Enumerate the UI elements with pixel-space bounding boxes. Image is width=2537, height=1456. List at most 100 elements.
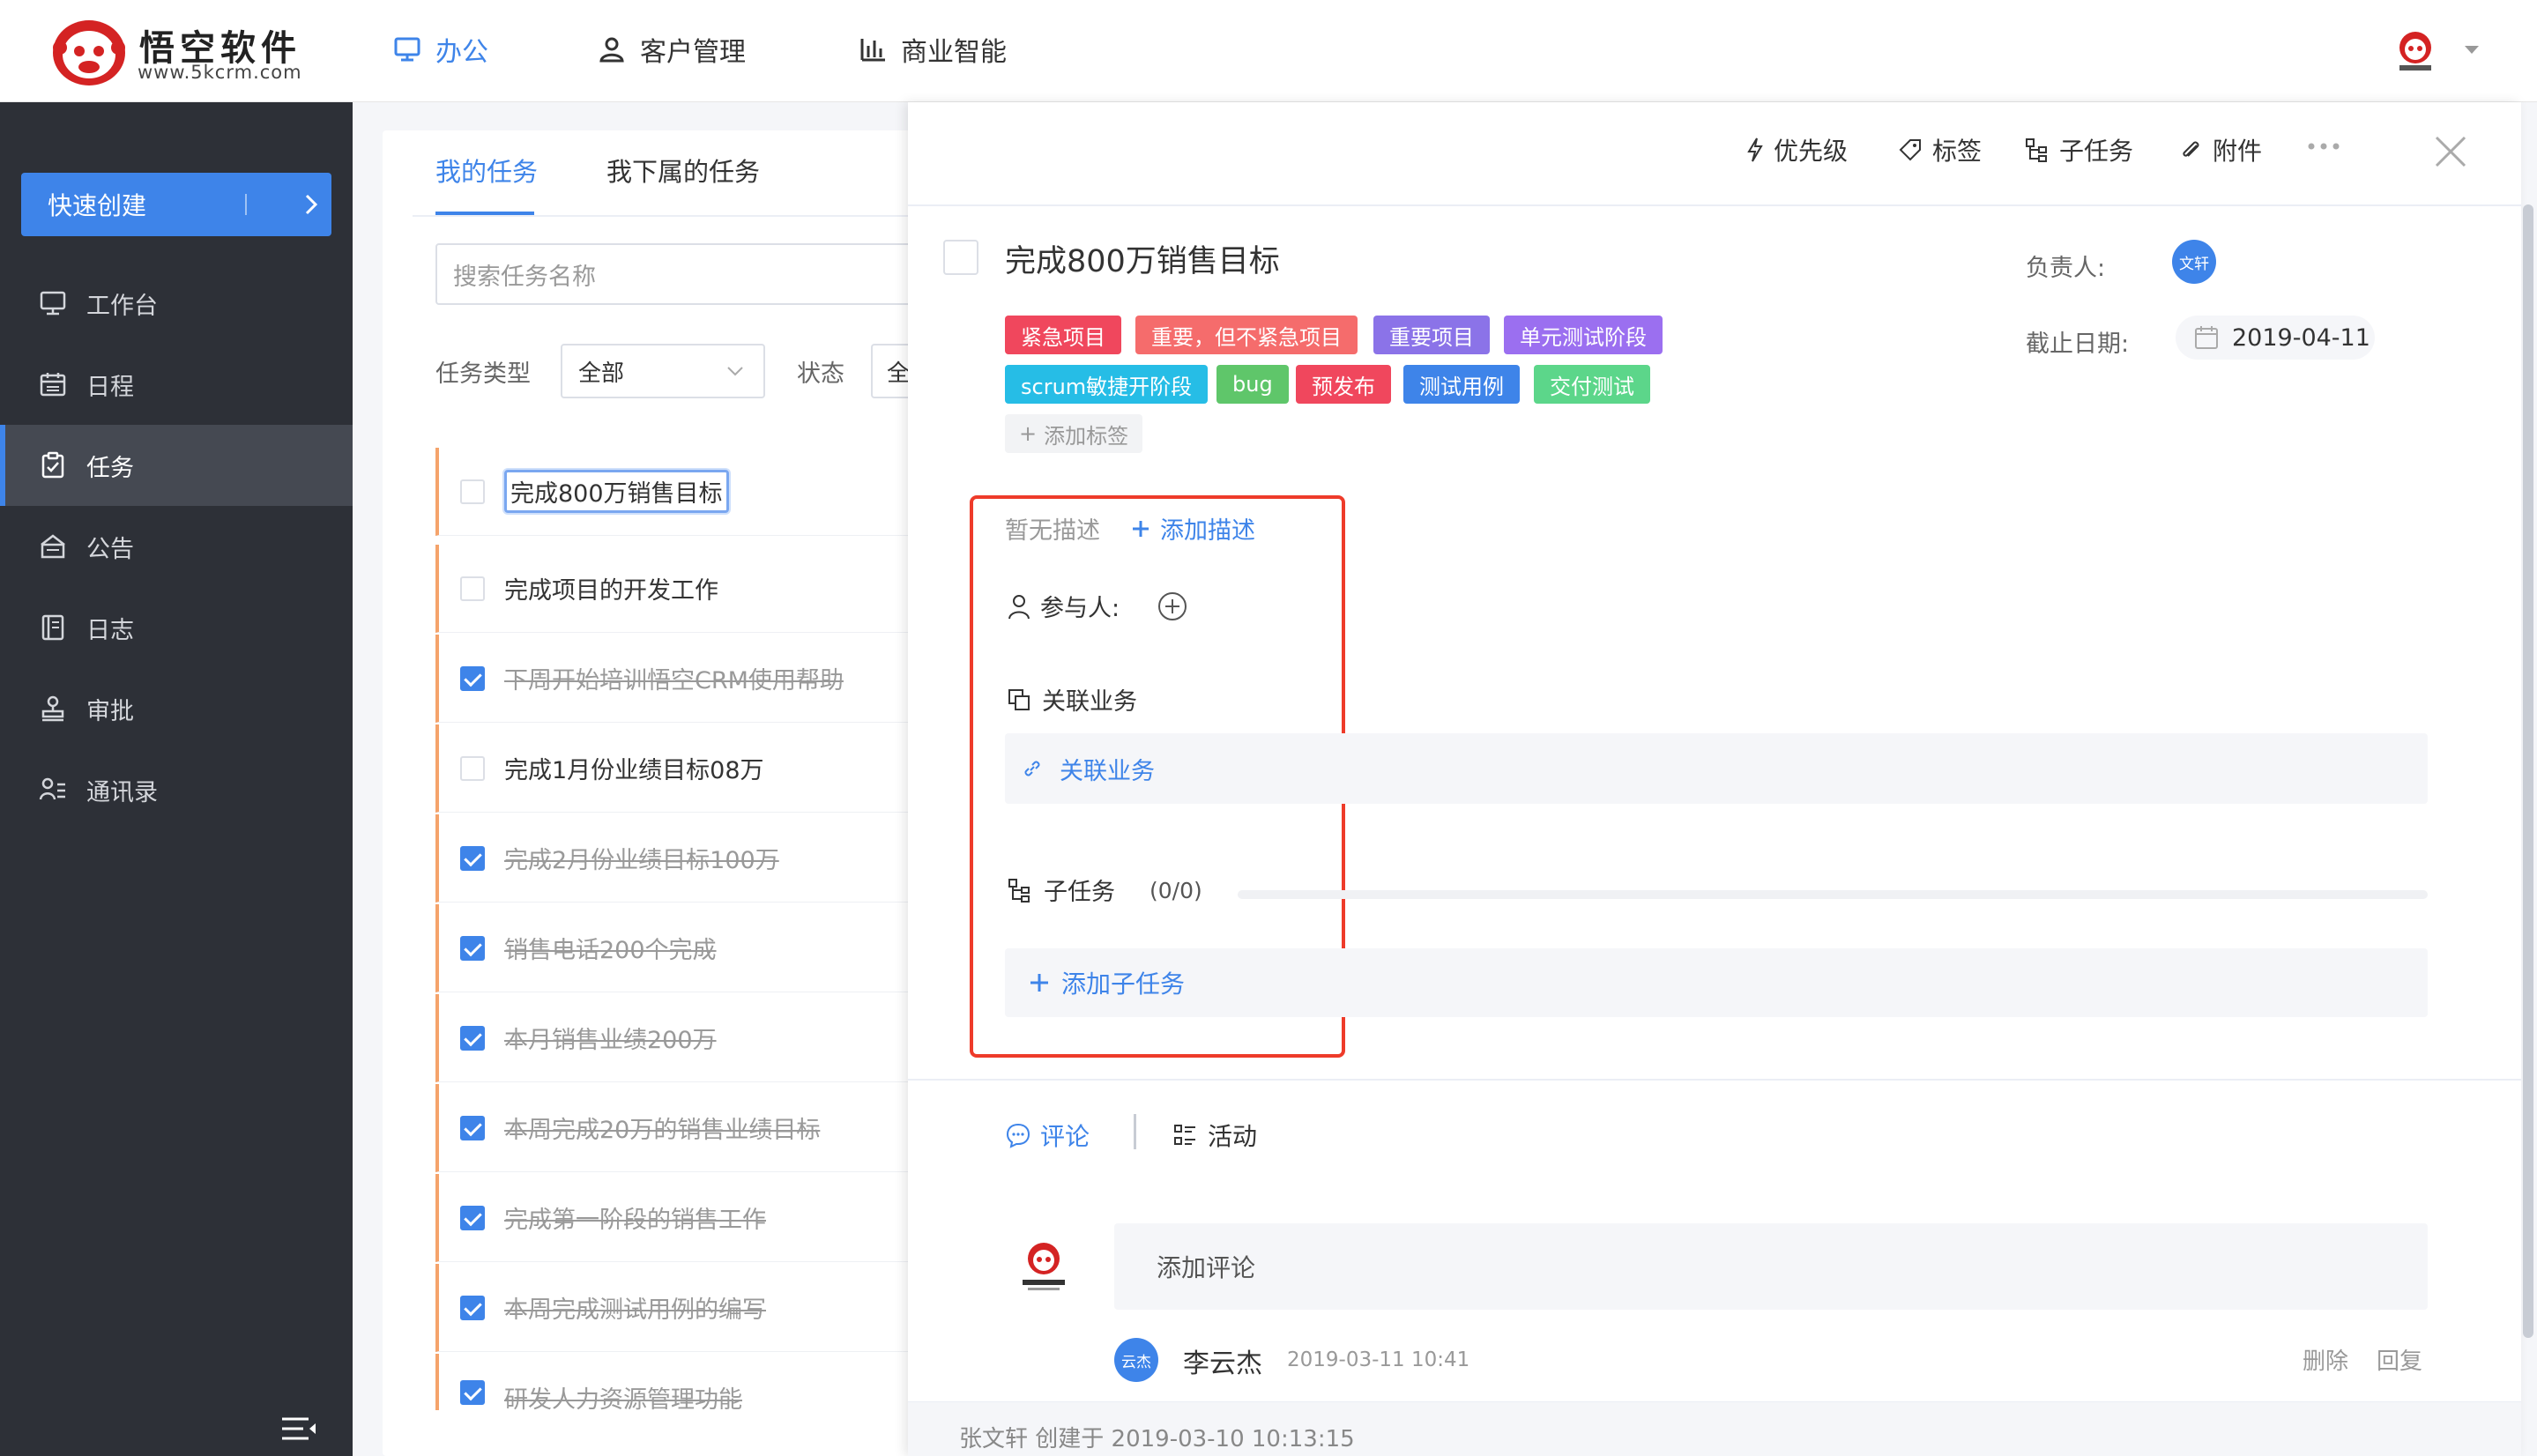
task-row[interactable]: 本月销售业绩200万 [435,994,929,1082]
sidebar-item-notice[interactable]: 公告 [0,506,353,587]
sidebar-item-workbench[interactable]: 工作台 [0,263,353,344]
subtask-button[interactable]: 子任务 [2024,132,2133,167]
sidebar-item-label: 审批 [86,697,134,725]
user-icon [599,37,624,63]
add-subtask-button[interactable]: 添加子任务 [1005,948,2428,1017]
task-title[interactable]: 完成800万销售目标 [1005,236,1280,281]
collapse-menu-icon[interactable] [280,1415,317,1442]
owner-avatar[interactable]: 文轩 [2172,240,2216,284]
tag-badge[interactable]: bug [1216,365,1289,404]
sidebar-item-label: 工作台 [86,292,158,320]
tab-activity-label: 活动 [1208,1122,1258,1151]
subtask-text: 子任务 [1044,879,1115,906]
search-placeholder: 搜索任务名称 [453,263,596,291]
commenter-name: 李云杰 [1183,1348,1262,1379]
task-row[interactable]: 完成800万销售目标 [435,448,929,536]
deadline-picker[interactable]: 2019-04-11 [2176,316,2375,360]
task-type-value: 全部 [578,360,625,387]
status-label: 状态 [797,360,844,388]
task-row[interactable]: 完成1月份业绩目标08万 [435,724,929,813]
tag-badge[interactable]: 单元测试阶段 [1504,316,1663,354]
tab-my-tasks[interactable]: 我的任务 [435,152,538,189]
task-row[interactable]: 研发人力资源管理功能 [435,1354,929,1414]
reply-comment-button[interactable]: 回复 [2377,1343,2422,1376]
nav-bi[interactable]: 商业智能 [859,26,1007,72]
calendar-icon [2195,326,2218,349]
tag-label: 标签 [1932,137,1983,166]
task-checkbox[interactable] [460,1115,485,1140]
task-row[interactable]: 销售电话200个完成 [435,904,929,992]
contacts-icon [39,777,65,800]
tab-activity[interactable]: 活动 [1172,1118,1257,1153]
tag-badge[interactable]: 交付测试 [1534,365,1650,404]
task-checkbox[interactable] [460,1205,485,1230]
tag-badge[interactable]: 测试用例 [1403,365,1520,404]
task-checkbox[interactable] [460,665,485,691]
add-tag-button[interactable]: + 添加标签 [1005,414,1143,453]
nav-crm[interactable]: 客户管理 [598,26,746,72]
task-checkbox[interactable] [460,845,485,871]
user-avatar[interactable] [2391,26,2440,76]
related-business-link-text: 关联业务 [1060,757,1155,785]
sidebar-item-schedule[interactable]: 日程 [0,344,353,425]
add-participant-icon[interactable] [1157,591,1188,622]
tag-button[interactable]: 标签 [1897,132,1982,167]
status-value: 全 [887,360,911,387]
task-checkbox[interactable] [460,479,485,504]
subtask-title: 子任务 [1007,873,1115,907]
owner-label: 负责人: [2026,255,2106,282]
lightning-icon [1747,137,1763,162]
sidebar-item-tasks[interactable]: 任务 [0,425,353,506]
sidebar-item-label: 公告 [86,535,134,563]
tab-subordinate-tasks[interactable]: 我下属的任务 [606,152,760,189]
related-business-link[interactable]: 关联业务 [1005,733,2428,804]
nav-office[interactable]: 办公 [393,26,488,72]
subtask-label: 子任务 [2059,137,2134,166]
tag-badge[interactable]: 紧急项目 [1005,316,1121,354]
tag-badge[interactable]: scrum敏捷开阶段 [1005,365,1209,404]
task-row[interactable]: 完成2月份业绩目标100万 [435,814,929,903]
sidebar-item-contacts[interactable]: 通讯录 [0,749,353,830]
no-description-text: 暂无描述 [1005,517,1100,545]
quick-create-button[interactable]: 快速创建 [21,173,331,236]
tab-comment[interactable]: 评论 [1005,1118,1090,1153]
more-icon[interactable] [2306,141,2341,152]
tag-badge[interactable]: 重要项目 [1373,316,1490,354]
tag-label: 重要项目 [1389,324,1474,350]
task-row[interactable]: 下周开始培训悟空CRM使用帮助 [435,635,929,723]
book-icon [41,614,64,641]
task-search-input[interactable]: 搜索任务名称 [435,243,929,305]
task-row[interactable]: 本周完成20万的销售业绩目标 [435,1084,929,1172]
task-checkbox[interactable] [460,1025,485,1051]
sidebar-item-log[interactable]: 日志 [0,587,353,668]
scrollbar[interactable] [2523,204,2533,1338]
task-row[interactable]: 完成项目的开发工作 [435,545,929,633]
task-checkbox[interactable] [460,755,485,781]
task-complete-checkbox[interactable] [943,240,978,275]
task-title: 完成第一阶段的销售工作 [504,1207,766,1234]
tag-badge[interactable]: 预发布 [1296,365,1391,404]
task-checkbox[interactable] [460,576,485,601]
task-type-select[interactable]: 全部 [561,344,765,398]
caret-down-icon[interactable] [2463,44,2481,56]
comment-input[interactable]: 添加评论 [1114,1223,2428,1310]
tag-badge[interactable]: 重要，但不紧急项目 [1135,316,1358,354]
task-checkbox[interactable] [460,1380,485,1405]
task-row[interactable]: 完成第一阶段的销售工作 [435,1174,929,1262]
add-description-button[interactable]: 添加描述 [1130,511,1255,546]
delete-comment-button[interactable]: 删除 [2303,1343,2348,1376]
close-icon[interactable] [2433,134,2468,169]
monkey-logo-icon [1010,1239,1077,1292]
tag-label: 紧急项目 [1021,324,1105,350]
attachment-button[interactable]: 附件 [2177,132,2262,167]
task-checkbox[interactable] [460,935,485,961]
sidebar-item-approval[interactable]: 审批 [0,668,353,749]
task-title: 本周完成测试用例的编写 [504,1296,766,1324]
task-title: 完成2月份业绩目标100万 [504,847,779,874]
task-row[interactable]: 本周完成测试用例的编写 [435,1264,929,1352]
priority-label: 优先级 [1774,137,1849,166]
priority-button[interactable]: 优先级 [1745,132,1848,167]
task-title: 本周完成20万的销售业绩目标 [504,1117,821,1144]
task-checkbox[interactable] [460,1295,485,1320]
monitor-icon [394,37,420,62]
